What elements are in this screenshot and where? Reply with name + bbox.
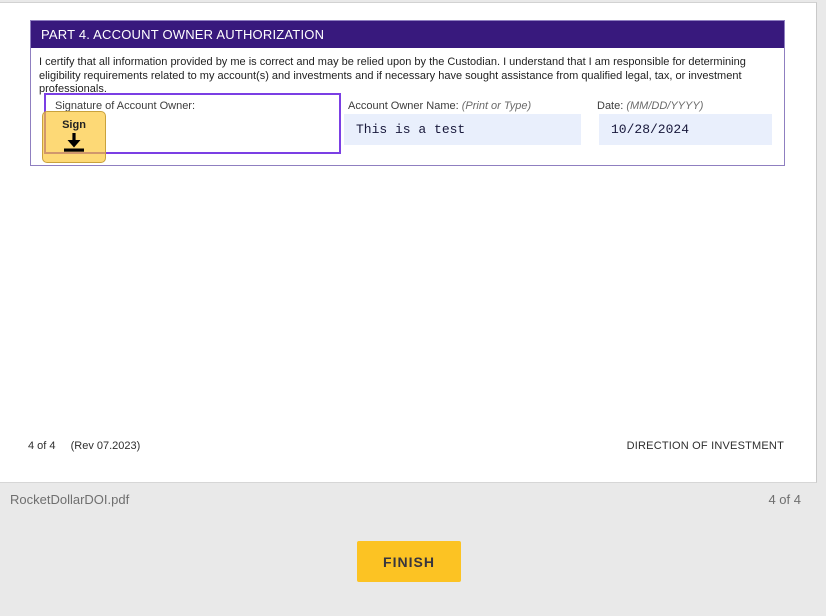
sign-arrow-down-icon (64, 133, 84, 152)
sign-tag-label: Sign (62, 119, 86, 131)
doc-title-footer: DIRECTION OF INVESTMENT (626, 440, 784, 452)
doc-page-footer: 4 of 4 (Rev 07.2023) (28, 440, 140, 452)
name-field-hint: (Print or Type) (461, 100, 532, 112)
viewer-status-bar: RocketDollarDOI.pdf 4 of 4 (0, 484, 826, 514)
date-field-label: Date: (MM/DD/YYYY) (597, 100, 704, 112)
page-indicator: 4 of 4 (768, 492, 801, 507)
signature-field-label: Signature of Account Owner: (55, 100, 196, 112)
file-name: RocketDollarDOI.pdf (10, 492, 130, 507)
date-input[interactable]: 10/28/2024 (599, 114, 772, 145)
name-field-label: Account Owner Name: (Print or Type) (348, 100, 532, 112)
name-input[interactable]: This is a test (344, 114, 581, 145)
date-field-hint: (MM/DD/YYYY) (626, 100, 704, 112)
doc-page-number: 4 of 4 (28, 440, 56, 452)
doc-revision: (Rev 07.2023) (70, 440, 141, 452)
sign-here-tag[interactable]: Sign (42, 111, 106, 163)
pdf-page: PART 4. ACCOUNT OWNER AUTHORIZATION I ce… (0, 2, 817, 483)
certification-text: I certify that all information provided … (39, 56, 746, 95)
finish-button[interactable]: FINISH (357, 541, 461, 582)
part4-section-header: PART 4. ACCOUNT OWNER AUTHORIZATION (31, 21, 784, 48)
